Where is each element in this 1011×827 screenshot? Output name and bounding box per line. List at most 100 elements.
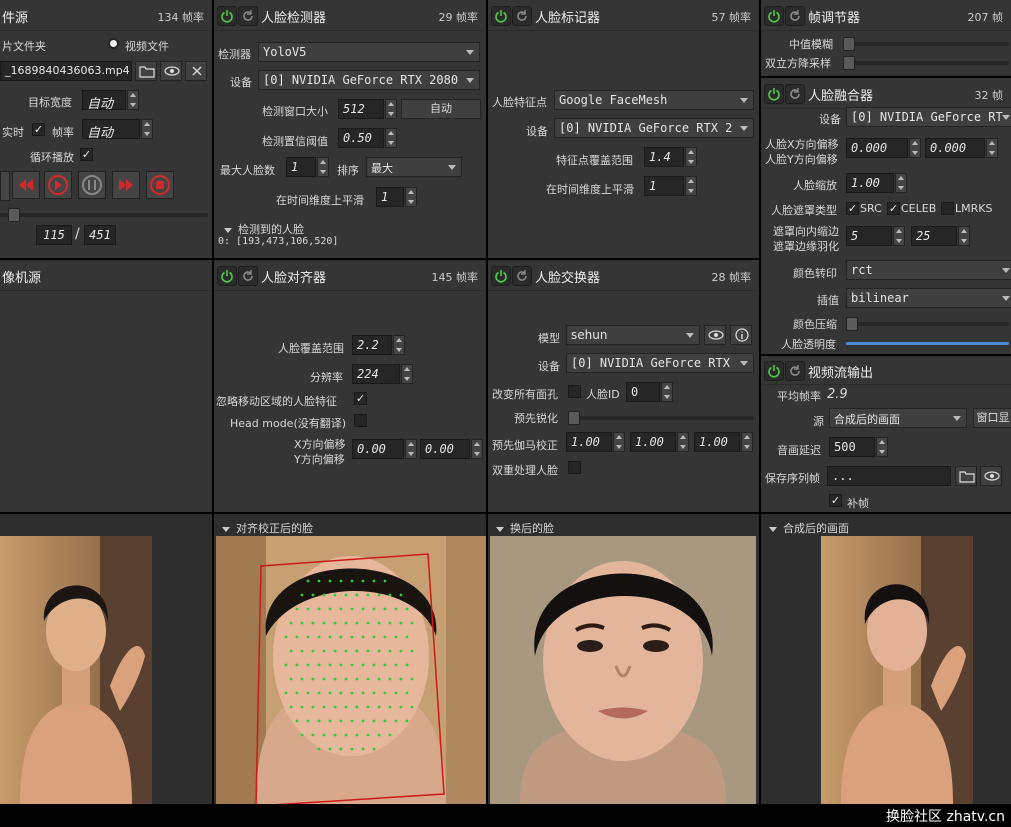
mask-celeb-checkbox[interactable]: ✓: [887, 202, 900, 215]
seek-end-button[interactable]: [146, 171, 174, 199]
aligned-face-header[interactable]: 对齐校正后的脸: [222, 520, 313, 536]
face-scale-field[interactable]: 1.00: [846, 173, 894, 193]
target-width-spinner[interactable]: [127, 90, 139, 110]
prev-frame-button[interactable]: [12, 171, 40, 199]
target-width-field[interactable]: 自动: [82, 90, 126, 110]
seek-begin-button[interactable]: [0, 171, 10, 201]
video-file-radio[interactable]: [108, 38, 119, 49]
model-select[interactable]: sehun: [566, 325, 700, 345]
swapped-face-header[interactable]: 换后的脸: [496, 520, 554, 536]
reset-button[interactable]: [512, 6, 532, 26]
temporal-smoothing-field[interactable]: 1: [644, 176, 684, 196]
mask-lmrks-checkbox[interactable]: [941, 202, 954, 215]
face-id-field[interactable]: 0: [626, 382, 660, 402]
threshold-spinner[interactable]: [385, 128, 397, 148]
fps-field[interactable]: 自动: [82, 119, 140, 139]
close-button[interactable]: [185, 61, 207, 81]
median-blur-knob[interactable]: [843, 37, 855, 51]
play-button[interactable]: [44, 171, 72, 199]
device-select[interactable]: [0] NVIDIA GeForce RTX 2080: [258, 70, 480, 90]
file-path-field[interactable]: _1689840436063.mp4: [0, 61, 132, 81]
power-button[interactable]: [764, 361, 784, 381]
eye-button[interactable]: [160, 61, 182, 81]
gamma-g-spinner[interactable]: [677, 432, 689, 452]
head-mode-checkbox[interactable]: [354, 414, 367, 427]
mask-erode-field[interactable]: 5: [846, 226, 892, 246]
reset-button[interactable]: [238, 266, 258, 286]
temporal-smoothing-spinner[interactable]: [405, 187, 417, 207]
av-delay-field[interactable]: 500: [829, 437, 875, 457]
auto-button[interactable]: 自动: [401, 99, 481, 119]
image-folder-radio-label[interactable]: 片文件夹: [2, 38, 46, 54]
median-blur-slider[interactable]: [843, 37, 1009, 51]
mask-blur-spinner[interactable]: [958, 226, 970, 246]
av-delay-spinner[interactable]: [876, 437, 888, 457]
coverage-field[interactable]: 1.4: [644, 147, 684, 167]
max-faces-spinner[interactable]: [317, 157, 329, 177]
max-faces-field[interactable]: 1: [286, 157, 316, 177]
temporal-smoothing-spinner[interactable]: [685, 176, 697, 196]
coverage-spinner[interactable]: [685, 147, 697, 167]
threshold-field[interactable]: 0.50: [338, 128, 384, 148]
bilateral-downscale-knob[interactable]: [843, 56, 855, 70]
save-sequence-path[interactable]: ...: [827, 466, 951, 486]
reset-button[interactable]: [785, 6, 805, 26]
color-compression-slider[interactable]: [846, 317, 1009, 331]
video-file-radio-label[interactable]: 视频文件: [125, 38, 169, 54]
loop-checkbox[interactable]: ✓: [80, 148, 93, 161]
device-select[interactable]: [0] NVIDIA GeForce RTX 2: [554, 118, 754, 138]
x-offset-field[interactable]: 0.00: [352, 439, 404, 459]
show-window-button[interactable]: 窗口显: [973, 408, 1011, 428]
next-frame-button[interactable]: [112, 171, 140, 199]
marker-type-select[interactable]: Google FaceMesh: [554, 90, 754, 110]
presharpen-slider[interactable]: [568, 411, 754, 425]
two-pass-checkbox[interactable]: [568, 461, 581, 474]
bilateral-downscale-slider[interactable]: [843, 56, 1009, 70]
resolution-field[interactable]: 224: [352, 364, 400, 384]
window-size-field[interactable]: 512: [338, 99, 384, 119]
merged-frame-header[interactable]: 合成后的画面: [769, 520, 849, 536]
pause-button[interactable]: [78, 171, 106, 199]
face-coverage-spinner[interactable]: [393, 335, 405, 355]
power-button[interactable]: [764, 6, 784, 26]
sort-select[interactable]: 最大: [366, 157, 462, 177]
mask-blur-field[interactable]: 25: [911, 226, 957, 246]
face-id-spinner[interactable]: [661, 382, 673, 402]
mask-src-checkbox[interactable]: ✓: [846, 202, 859, 215]
color-compression-knob[interactable]: [846, 317, 858, 331]
device-select[interactable]: [0] NVIDIA GeForce RT: [846, 107, 1011, 127]
window-size-spinner[interactable]: [385, 99, 397, 119]
mask-erode-spinner[interactable]: [893, 226, 905, 246]
y-offset-spinner[interactable]: [471, 439, 483, 459]
source-select[interactable]: 合成后的画面: [829, 408, 967, 428]
reset-button[interactable]: [238, 6, 258, 26]
reset-button[interactable]: [785, 84, 805, 104]
detected-faces-header[interactable]: 检测到的人脸: [224, 221, 304, 237]
x-offset-spinner[interactable]: [405, 439, 417, 459]
frame-slider[interactable]: [0, 208, 208, 222]
folder-button[interactable]: [955, 466, 977, 486]
reset-button[interactable]: [785, 361, 805, 381]
face-opacity-slider[interactable]: [846, 342, 1009, 345]
gamma-r-field[interactable]: 1.00: [566, 432, 612, 452]
fps-spinner[interactable]: [141, 119, 153, 139]
gamma-r-spinner[interactable]: [613, 432, 625, 452]
resolution-spinner[interactable]: [401, 364, 413, 384]
power-button[interactable]: [217, 6, 237, 26]
temporal-smoothing-field[interactable]: 1: [376, 187, 404, 207]
presharpen-knob[interactable]: [568, 411, 580, 425]
reset-button[interactable]: [512, 266, 532, 286]
y-offset-field[interactable]: 0.00: [420, 439, 470, 459]
power-button[interactable]: [217, 266, 237, 286]
power-button[interactable]: [491, 266, 511, 286]
frame-slider-knob[interactable]: [8, 208, 20, 222]
x-offset-field[interactable]: 0.000: [846, 138, 908, 158]
gamma-b-spinner[interactable]: [741, 432, 753, 452]
y-offset-spinner[interactable]: [986, 138, 998, 158]
fill-frames-checkbox[interactable]: ✓: [829, 494, 842, 507]
gamma-b-field[interactable]: 1.00: [694, 432, 740, 452]
model-info-button[interactable]: [730, 325, 752, 345]
x-offset-spinner[interactable]: [909, 138, 921, 158]
current-frame-field[interactable]: 115: [36, 225, 72, 245]
folder-button[interactable]: [135, 61, 157, 81]
